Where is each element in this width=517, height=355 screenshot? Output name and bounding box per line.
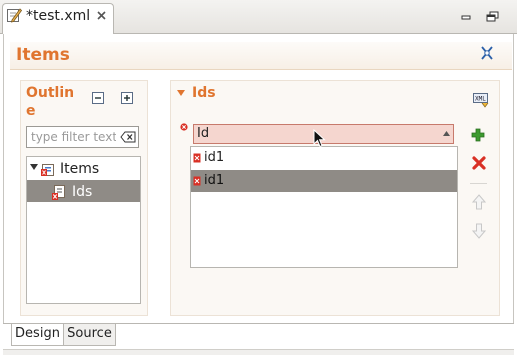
xml-source-icon[interactable]: XML <box>472 92 490 108</box>
list-item-label: id1 <box>204 173 225 188</box>
minimize-icon[interactable] <box>458 10 474 24</box>
move-up-icon[interactable] <box>472 194 486 210</box>
error-icon <box>193 176 201 186</box>
tree-item-label: Items <box>60 161 100 177</box>
ids-section-title: Ids <box>192 85 216 101</box>
section-collapse-icon[interactable] <box>176 89 186 97</box>
mouse-cursor-icon <box>313 129 326 148</box>
separator <box>470 183 487 184</box>
xml-editor-icon <box>7 8 22 23</box>
tab-design[interactable]: Design <box>11 324 63 346</box>
close-icon[interactable] <box>96 10 107 21</box>
add-icon[interactable] <box>470 127 486 143</box>
bottom-shade <box>3 349 514 355</box>
svg-text:XML: XML <box>475 96 486 103</box>
collapse-all-icon[interactable] <box>91 91 105 105</box>
tree-item-label: Ids <box>72 184 93 200</box>
list-item-selected[interactable] <box>191 170 457 192</box>
error-icon <box>193 153 201 163</box>
id-combo-value: Id <box>197 126 210 141</box>
maximize-icon[interactable] <box>484 10 500 24</box>
clear-filter-icon[interactable] <box>120 130 136 144</box>
form-title: Items <box>16 45 70 65</box>
move-down-icon[interactable] <box>472 223 486 239</box>
chevron-up-icon[interactable] <box>442 130 451 137</box>
remove-icon[interactable] <box>471 155 487 171</box>
form-header <box>10 42 512 70</box>
expand-toggle-icon[interactable] <box>29 162 39 172</box>
outline-title: Outline <box>26 85 75 119</box>
tab-source[interactable]: Source <box>63 324 116 346</box>
error-marker-icon <box>180 123 188 131</box>
items-icon <box>41 164 54 176</box>
ids-error-icon <box>52 185 65 200</box>
help-icon[interactable] <box>479 45 495 61</box>
list-item-label: id1 <box>204 150 225 165</box>
expand-all-icon[interactable] <box>120 91 134 105</box>
list-item[interactable] <box>191 147 457 169</box>
editor-tab-title: *test.xml <box>26 8 91 24</box>
